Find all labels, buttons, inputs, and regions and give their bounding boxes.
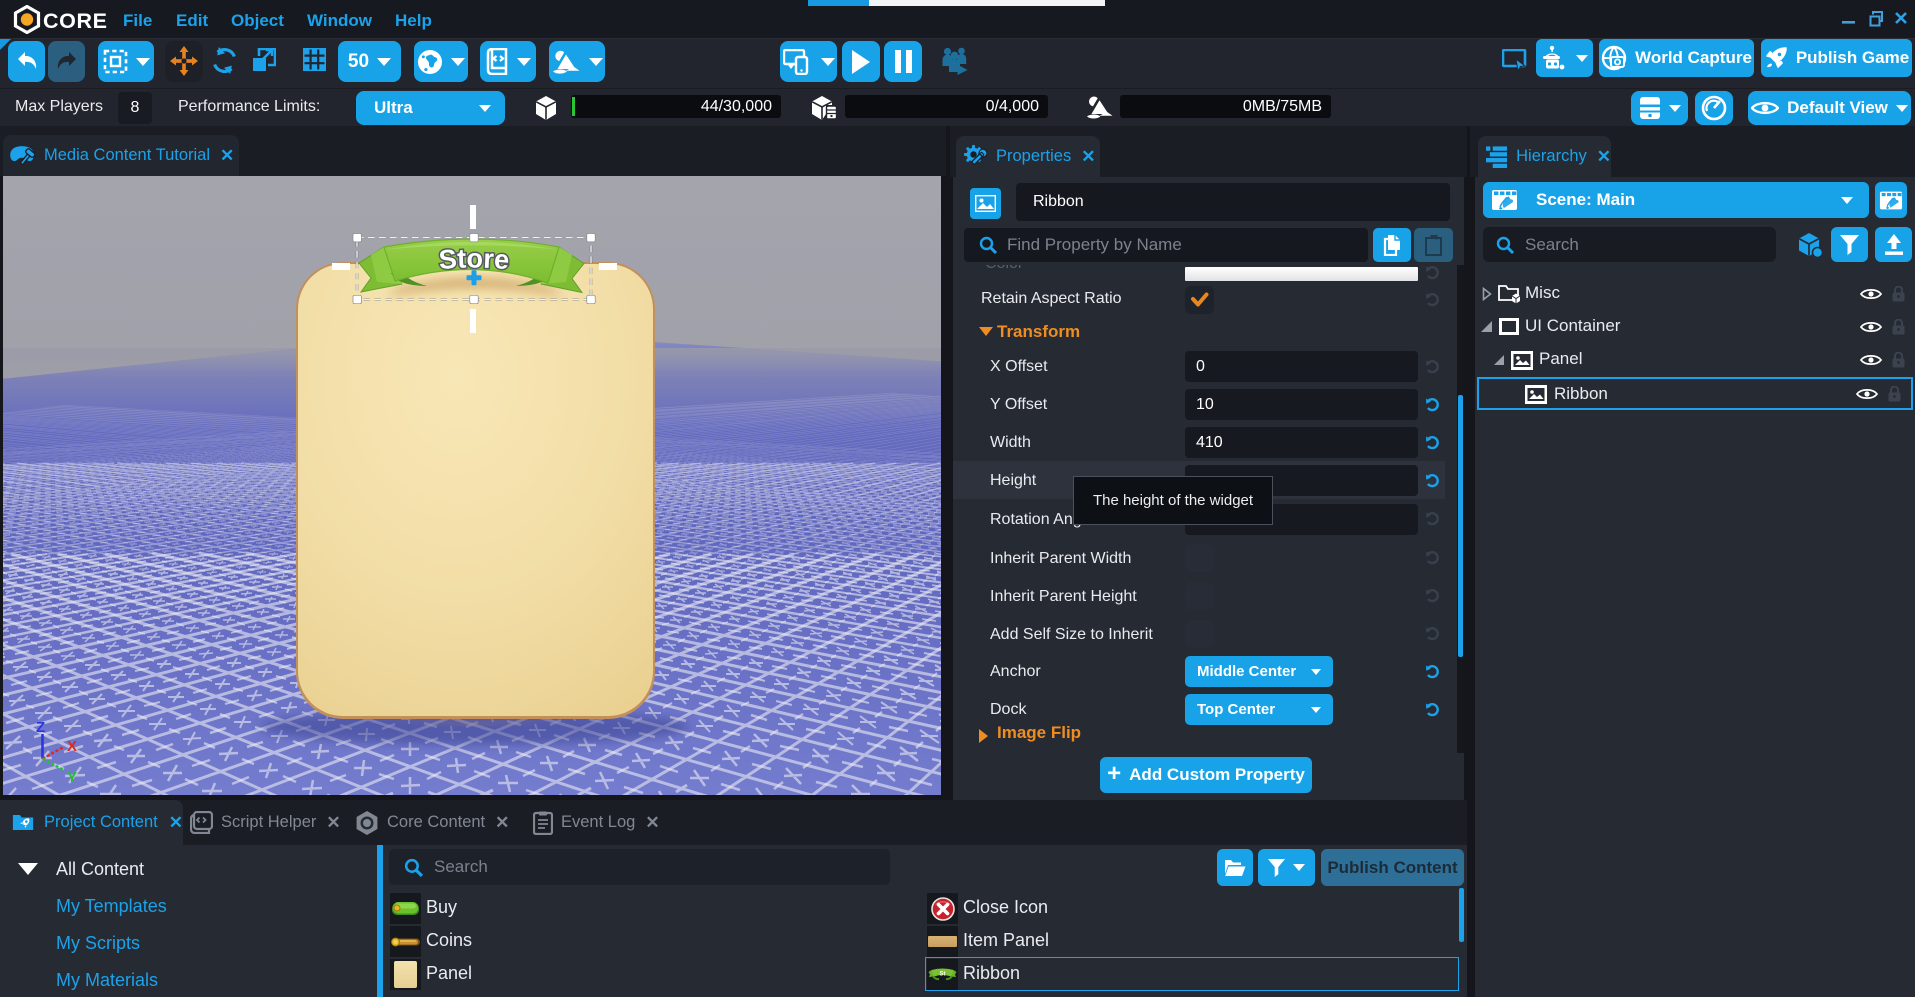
svg-text:CORE: CORE bbox=[43, 9, 108, 33]
svg-text:X: X bbox=[67, 738, 77, 755]
svg-text:Y: Y bbox=[67, 769, 77, 786]
svg-text:Z: Z bbox=[36, 719, 45, 736]
